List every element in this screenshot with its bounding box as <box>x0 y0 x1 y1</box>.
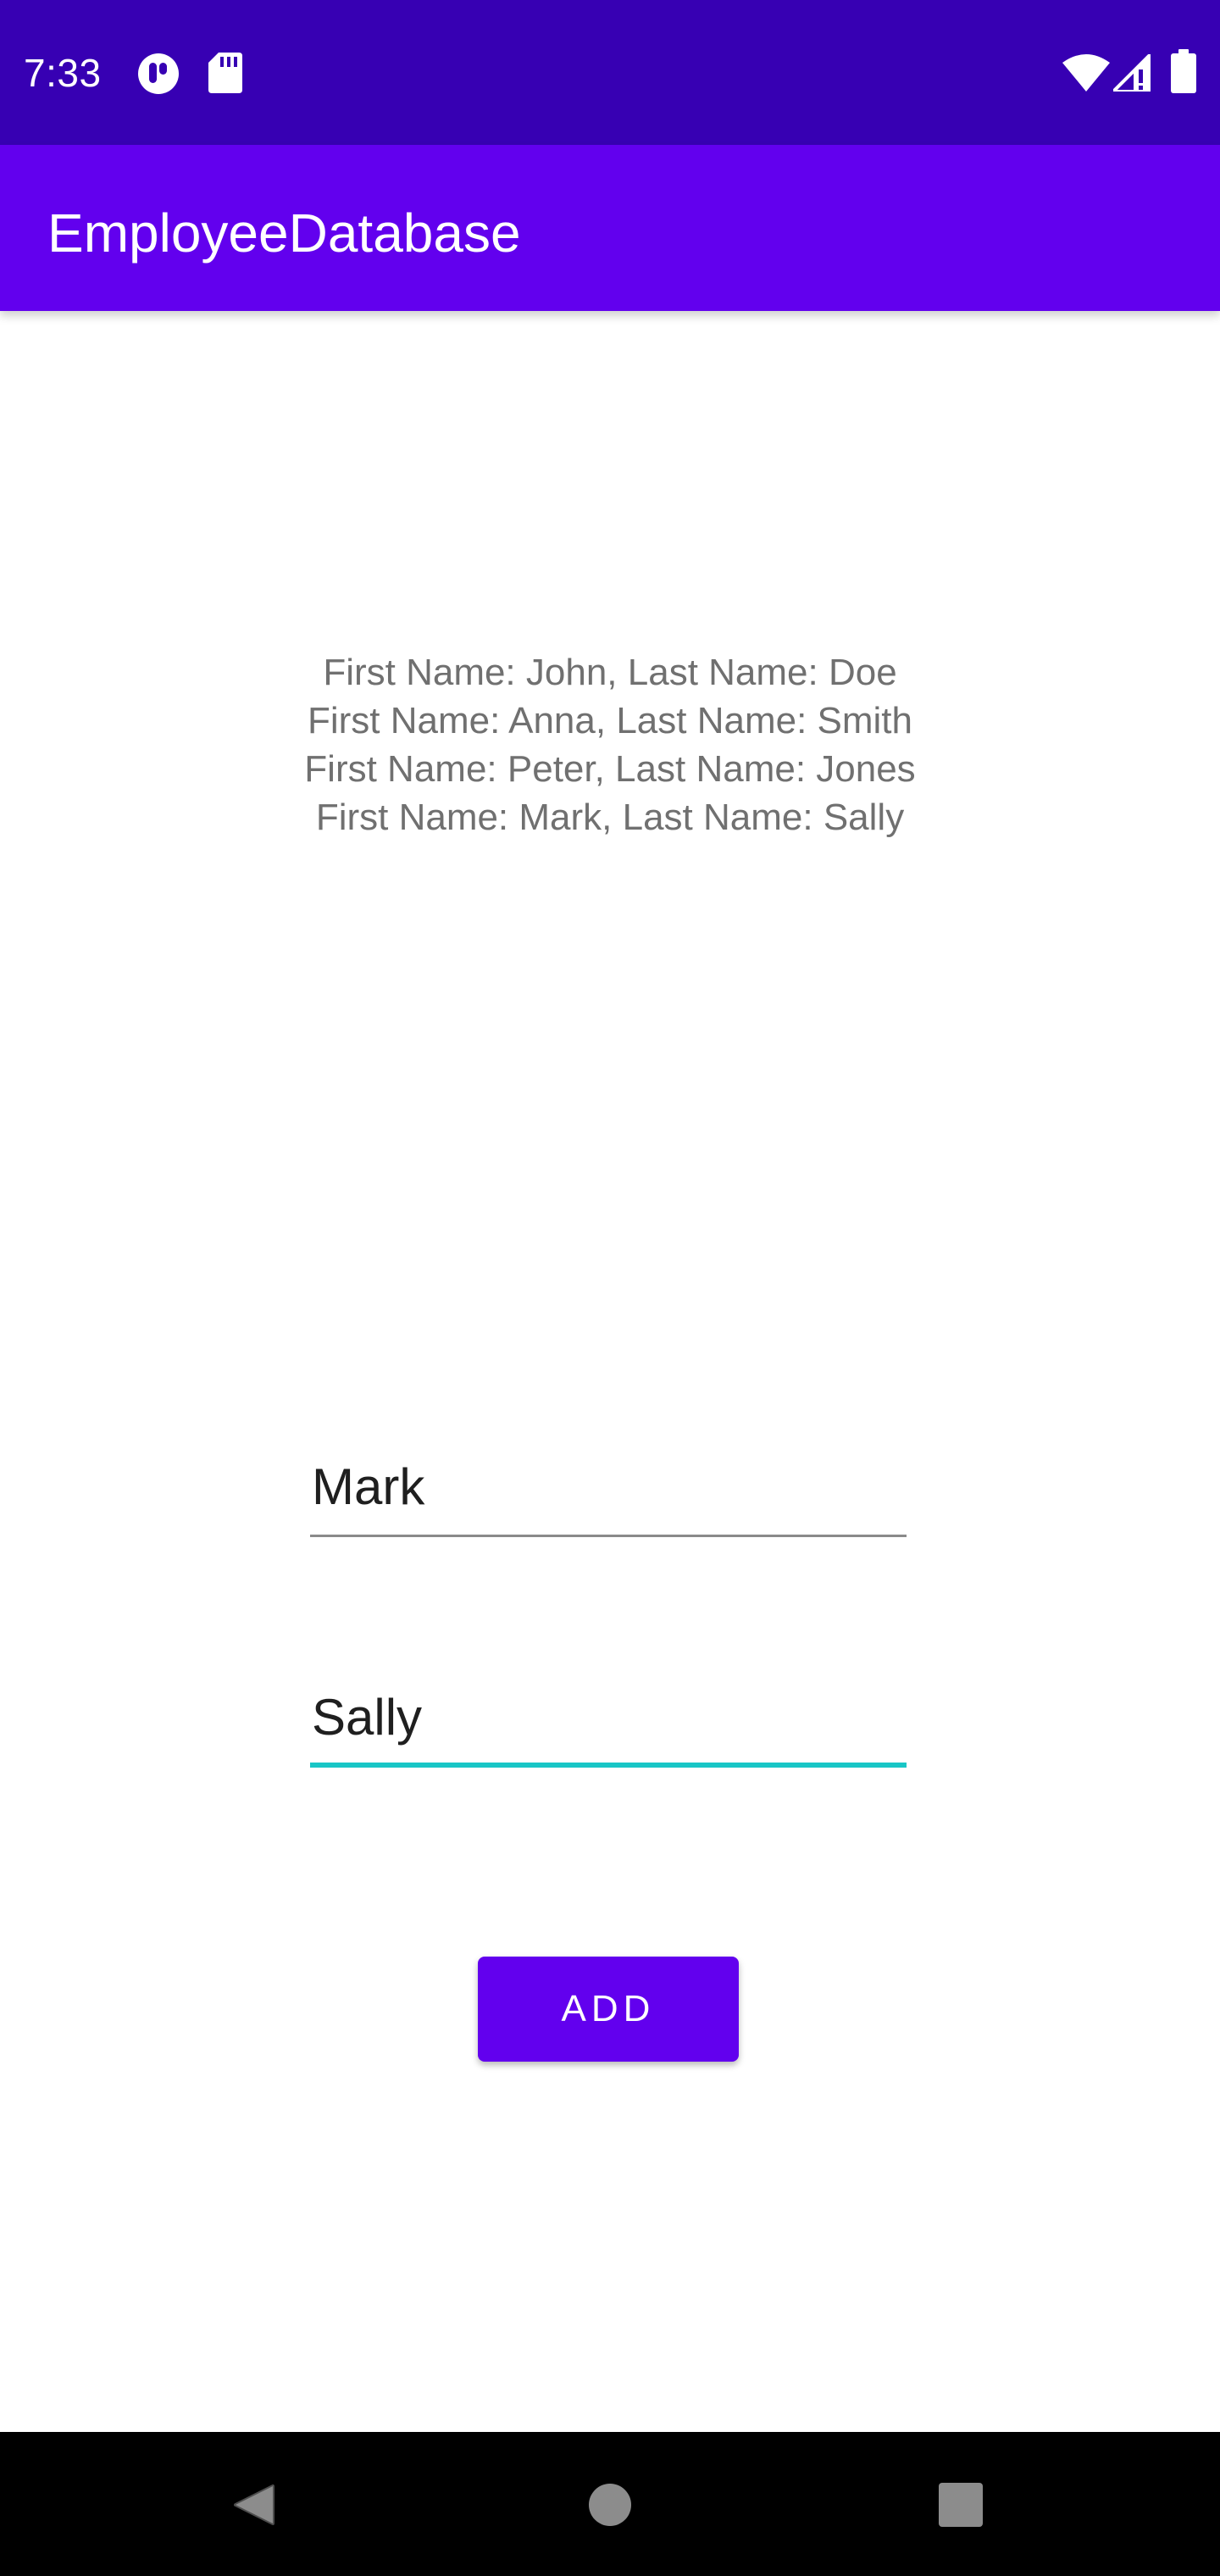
cell-signal-icon <box>1113 54 1151 92</box>
recents-icon[interactable] <box>939 2483 983 2527</box>
status-time: 7:33 <box>24 51 102 95</box>
notification-app-icon <box>138 53 179 94</box>
last-name-input[interactable] <box>310 1666 907 1768</box>
employee-entry: First Name: John, Last Name: Doe <box>323 652 897 693</box>
back-icon[interactable] <box>232 2483 276 2527</box>
employee-entry: First Name: Anna, Last Name: Smith <box>307 700 913 741</box>
home-icon[interactable] <box>588 2483 632 2527</box>
battery-icon <box>1171 49 1196 93</box>
first-name-input[interactable] <box>310 1435 907 1537</box>
employee-list: First Name: John, Last Name: Doe First N… <box>0 648 1220 841</box>
first-name-field <box>310 1435 907 1537</box>
first-name-underline <box>310 1535 907 1537</box>
status-bar: 7:33 <box>0 0 1220 145</box>
last-name-underline <box>310 1763 907 1768</box>
app-bar: EmployeeDatabase <box>0 145 1220 311</box>
sd-card-icon <box>208 53 242 93</box>
employee-entry: First Name: Mark, Last Name: Sally <box>315 797 905 838</box>
navigation-bar <box>0 2432 1220 2576</box>
app-title: EmployeeDatabase <box>47 203 521 264</box>
wifi-icon <box>1062 54 1110 92</box>
employee-entry: First Name: Peter, Last Name: Jones <box>304 748 916 790</box>
add-button[interactable]: ADD <box>478 1957 739 2062</box>
last-name-field <box>310 1666 907 1768</box>
